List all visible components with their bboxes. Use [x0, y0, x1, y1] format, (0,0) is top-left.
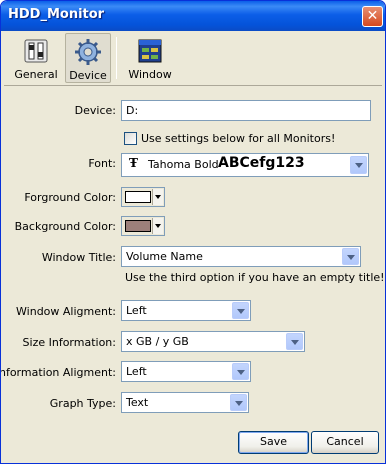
- background-color-label: Background Color:: [14, 220, 116, 233]
- device-field[interactable]: D:: [121, 100, 371, 121]
- window-title-hint: Use the third option if you have an empt…: [125, 271, 385, 284]
- foreground-color-label: Forground Color:: [24, 191, 116, 204]
- graph-type-select[interactable]: Text: [121, 392, 249, 413]
- graph-type-dropdown-arrow-icon[interactable]: [230, 394, 247, 411]
- toolbar: General Device Window: [4, 31, 382, 86]
- tab-general[interactable]: General: [10, 33, 62, 83]
- graph-type-label: Graph Type:: [49, 397, 116, 410]
- size-information-value: x GB / y GB: [126, 335, 189, 348]
- foreground-color-dropdown-icon[interactable]: [152, 189, 163, 205]
- use-all-monitors-checkbox[interactable]: [124, 132, 137, 145]
- foreground-color-picker[interactable]: [121, 187, 165, 207]
- truetype-font-icon: Ŧ: [129, 156, 138, 170]
- tab-window-label: Window: [128, 68, 172, 81]
- size-information-select[interactable]: x GB / y GB: [121, 331, 305, 352]
- tab-device[interactable]: Device: [65, 33, 111, 83]
- foreground-color-swatch: [125, 191, 151, 203]
- information-alignment-value: Left: [126, 365, 147, 378]
- window-alignment-select[interactable]: Left: [121, 300, 251, 321]
- device-settings-panel: Device: D: Use settings below for all Mo…: [1, 87, 385, 461]
- font-name: Tahoma Bold: [148, 158, 219, 171]
- settings-window: HDD_Monitor ✕ General Device Window Devi…: [0, 0, 386, 464]
- toolbar-separator: [116, 37, 117, 79]
- window-alignment-dropdown-arrow-icon[interactable]: [232, 302, 249, 319]
- cancel-button[interactable]: Cancel: [311, 431, 379, 454]
- window-title: HDD_Monitor: [8, 7, 105, 22]
- window-icon: [138, 39, 162, 63]
- font-dropdown-arrow-icon[interactable]: [350, 156, 367, 174]
- save-button[interactable]: Save: [238, 431, 309, 454]
- information-alignment-select[interactable]: Left: [121, 361, 251, 382]
- window-alignment-label: Window Aligment:: [16, 305, 116, 318]
- font-label: Font:: [88, 157, 116, 170]
- font-select[interactable]: Ŧ Tahoma Bold ABCefg123: [121, 153, 369, 177]
- window-title-dropdown-arrow-icon[interactable]: [342, 248, 359, 265]
- size-information-label: Size Information:: [22, 336, 116, 349]
- tab-general-label: General: [14, 68, 58, 81]
- size-information-dropdown-arrow-icon[interactable]: [286, 333, 303, 350]
- gear-icon: [75, 39, 101, 65]
- switches-icon: [24, 39, 48, 63]
- title-bar[interactable]: HDD_Monitor ✕: [1, 1, 385, 31]
- window-alignment-value: Left: [126, 304, 147, 317]
- information-alignment-dropdown-arrow-icon[interactable]: [232, 363, 249, 380]
- background-color-dropdown-icon[interactable]: [152, 218, 163, 234]
- close-icon: ✕: [366, 8, 379, 24]
- window-title-label: Window Title:: [41, 251, 116, 264]
- close-button[interactable]: ✕: [362, 6, 383, 27]
- background-color-picker[interactable]: [121, 216, 165, 236]
- tab-window[interactable]: Window: [124, 33, 176, 83]
- tab-device-label: Device: [69, 69, 107, 82]
- font-sample: ABCefg123: [218, 155, 305, 171]
- window-title-value: Volume Name: [126, 250, 203, 263]
- window-title-select[interactable]: Volume Name: [121, 246, 361, 267]
- background-color-swatch: [125, 220, 151, 232]
- cancel-button-label: Cancel: [326, 435, 364, 448]
- use-all-monitors-label: Use settings below for all Monitors!: [141, 132, 336, 145]
- device-label: Device:: [74, 104, 116, 117]
- save-button-label: Save: [259, 435, 287, 448]
- information-alignment-label: Information Aligment:: [0, 366, 116, 379]
- graph-type-value: Text: [126, 396, 149, 409]
- device-value: D:: [126, 104, 139, 117]
